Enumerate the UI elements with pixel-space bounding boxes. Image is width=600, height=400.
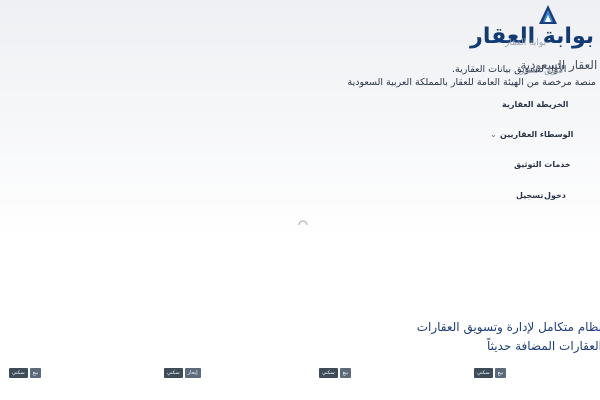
loading-spinner-icon xyxy=(298,220,308,226)
nav-item-brokers[interactable]: الوسطاء العقاريين xyxy=(500,130,573,139)
property-card-tags: سكني بيع xyxy=(9,368,42,378)
property-card-tags: سكني بيع xyxy=(319,368,352,378)
ghost-nav-label: بوابة العقار xyxy=(505,38,547,48)
tag-category: سكني xyxy=(319,368,338,378)
tag-category: سكني xyxy=(164,368,183,378)
section-heading-recent: العقارات المضافة حديثاً xyxy=(486,339,600,353)
ghost-nav-label-2: سوق العقار xyxy=(520,66,564,76)
tag-type: إيجار xyxy=(184,368,201,378)
hero-subtitle-2: منصة مرخصة من الهيئة العامة للعقار بالمم… xyxy=(347,77,596,88)
section-heading-platform: نظام متكامل لإدارة وتسويق العقارات xyxy=(416,320,600,334)
tag-type: بيع xyxy=(29,368,42,378)
tag-type: بيع xyxy=(339,368,352,378)
tag-type: بيع xyxy=(494,368,507,378)
chevron-down-icon[interactable]: ⌄ xyxy=(490,130,497,139)
nav-item-real-estate-map[interactable]: الخريطة العقارية xyxy=(502,100,568,109)
property-card-tags: سكني إيجار xyxy=(164,368,201,378)
nav-item-documentation-services[interactable]: خدمات التوثيق xyxy=(514,160,571,169)
login-link[interactable]: دخول xyxy=(544,191,566,200)
triangle-logo-icon[interactable] xyxy=(538,4,558,26)
register-link[interactable]: تسجيل xyxy=(516,191,543,200)
tag-category: سكني xyxy=(474,368,493,378)
property-card-tags: سكني بيع xyxy=(474,368,507,378)
tag-category: سكني xyxy=(9,368,28,378)
